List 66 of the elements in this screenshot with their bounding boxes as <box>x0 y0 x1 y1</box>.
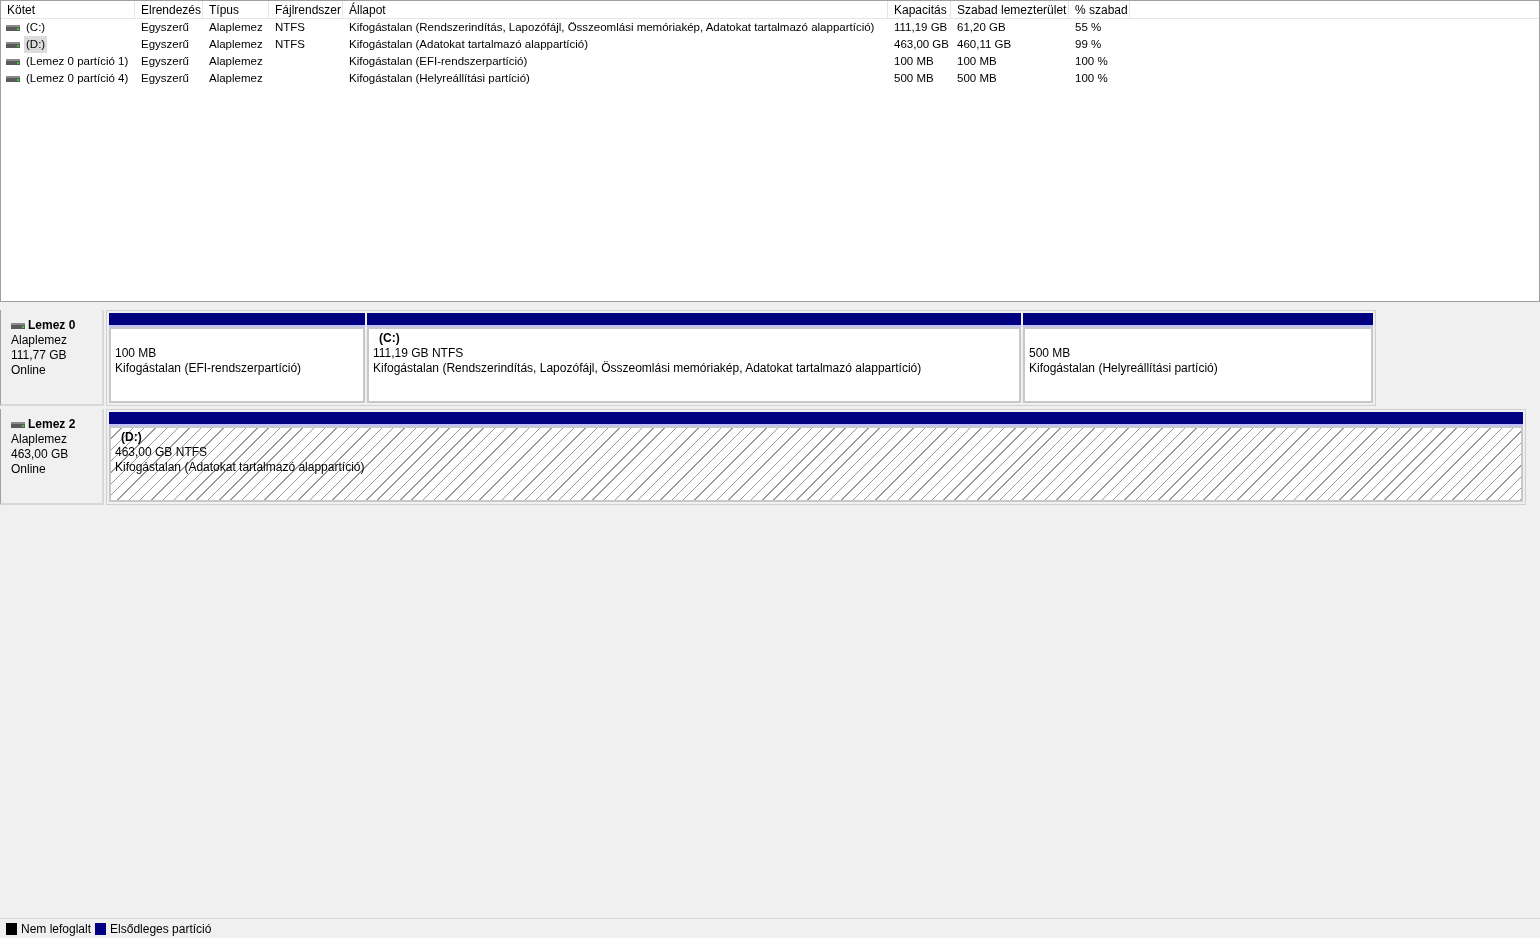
column-header[interactable]: Állapot <box>343 1 888 18</box>
column-header[interactable]: Kötet <box>1 1 135 18</box>
partition-status: Kifogástalan (EFI-rendszerpartíció) <box>115 361 302 376</box>
table-cell-text: 100 % <box>1074 53 1109 69</box>
partition-status: Kifogástalan (Helyreállítási partíció) <box>1029 361 1218 376</box>
drive-icon <box>6 75 20 82</box>
table-cell-text: 500 MB <box>956 70 998 86</box>
column-header[interactable]: Típus <box>203 1 269 18</box>
partition-size: 463,00 GB NTFS <box>115 445 208 460</box>
column-header[interactable]: Elrendezés <box>135 1 203 18</box>
table-cell-text: 460,11 GB <box>956 36 1013 52</box>
table-cell-text: Egyszerű <box>140 70 190 86</box>
table-cell-text: Kifogástalan (Helyreállítási partíció) <box>348 70 531 86</box>
drive-icon <box>11 322 25 329</box>
table-cell-text: Alaplemez <box>208 36 264 52</box>
volume-name[interactable]: (C:) <box>24 18 48 37</box>
partition-label: (C:) <box>378 331 400 346</box>
disk-size: 463,00 GB <box>11 447 70 462</box>
table-cell-text: 55 % <box>1074 19 1103 35</box>
table-cell-text: 463,00 GB <box>893 36 950 52</box>
table-cell-text: Egyszerű <box>140 36 190 52</box>
table-cell-text: Kifogástalan (Rendszerindítás, Lapozófájl, Összeomlási memóriakép, Adatokat tartalmazó alappartíció) <box>348 19 876 35</box>
disk-info-panel[interactable]: Lemez 0 Alaplemez 111,77 GB Online <box>0 310 104 406</box>
disk-status: Online <box>11 363 47 378</box>
drive-icon <box>6 58 20 65</box>
table-cell-text: 100 MB <box>893 53 935 69</box>
table-cell-text: 99 % <box>1074 36 1103 52</box>
partition-status: Kifogástalan (Adatokat tartalmazó alappartíció) <box>115 460 365 475</box>
table-cell-text: Kifogástalan (EFI-rendszerpartíció) <box>348 53 529 69</box>
column-header[interactable]: % szabad <box>1069 1 1130 18</box>
column-header[interactable]: Fájlrendszer <box>269 1 343 18</box>
table-cell-text: Alaplemez <box>208 70 264 86</box>
volume-name[interactable]: (Lemez 0 partíció 4) <box>24 69 131 88</box>
table-cell-text: 500 MB <box>893 70 935 86</box>
table-cell-text: Alaplemez <box>208 19 264 35</box>
partition-label: (D:) <box>120 430 142 445</box>
legend-label: Nem lefoglalt <box>21 920 92 938</box>
disk-type: Alaplemez <box>11 432 69 447</box>
drive-icon <box>6 24 20 31</box>
table-cell-text: Egyszerű <box>140 53 190 69</box>
table-cell-text: 100 MB <box>956 53 998 69</box>
disk-name: Lemez 2 <box>28 417 76 432</box>
table-cell-text: Kifogástalan (Adatokat tartalmazó alappartíció) <box>348 36 590 52</box>
volume-name[interactable]: (D:) <box>24 35 48 54</box>
disk-status: Online <box>11 462 47 477</box>
column-header[interactable]: Szabad lemezterület <box>951 1 1069 18</box>
table-cell-text: Egyszerű <box>140 19 190 35</box>
table-cell-text: 100 % <box>1074 70 1109 86</box>
volume-name[interactable]: (Lemez 0 partíció 1) <box>24 52 131 71</box>
disk-name: Lemez 0 <box>28 318 76 333</box>
table-cell-text: NTFS <box>274 36 307 52</box>
disk-type: Alaplemez <box>11 333 69 348</box>
disk-info-panel[interactable]: Lemez 2 Alaplemez 463,00 GB Online <box>0 409 104 505</box>
table-cell-text: 111,19 GB <box>893 19 949 35</box>
table-cell-text: NTFS <box>274 19 307 35</box>
legend-label: Elsődleges partíció <box>110 920 212 938</box>
partition-size: 111,19 GB NTFS <box>373 346 464 361</box>
column-header[interactable]: Kapacitás <box>888 1 951 18</box>
drive-icon <box>11 421 25 428</box>
partition-size: 500 MB <box>1029 346 1071 361</box>
table-cell-text: Alaplemez <box>208 53 264 69</box>
partition-size: 100 MB <box>115 346 157 361</box>
drive-icon <box>6 41 20 48</box>
partition-status: Kifogástalan (Rendszerindítás, Lapozófájl, Összeomlási memóriakép, Adatokat tartalmazó alappartíció) <box>373 361 922 376</box>
table-cell-text: 61,20 GB <box>956 19 1007 35</box>
disk-size: 111,77 GB <box>11 348 68 363</box>
